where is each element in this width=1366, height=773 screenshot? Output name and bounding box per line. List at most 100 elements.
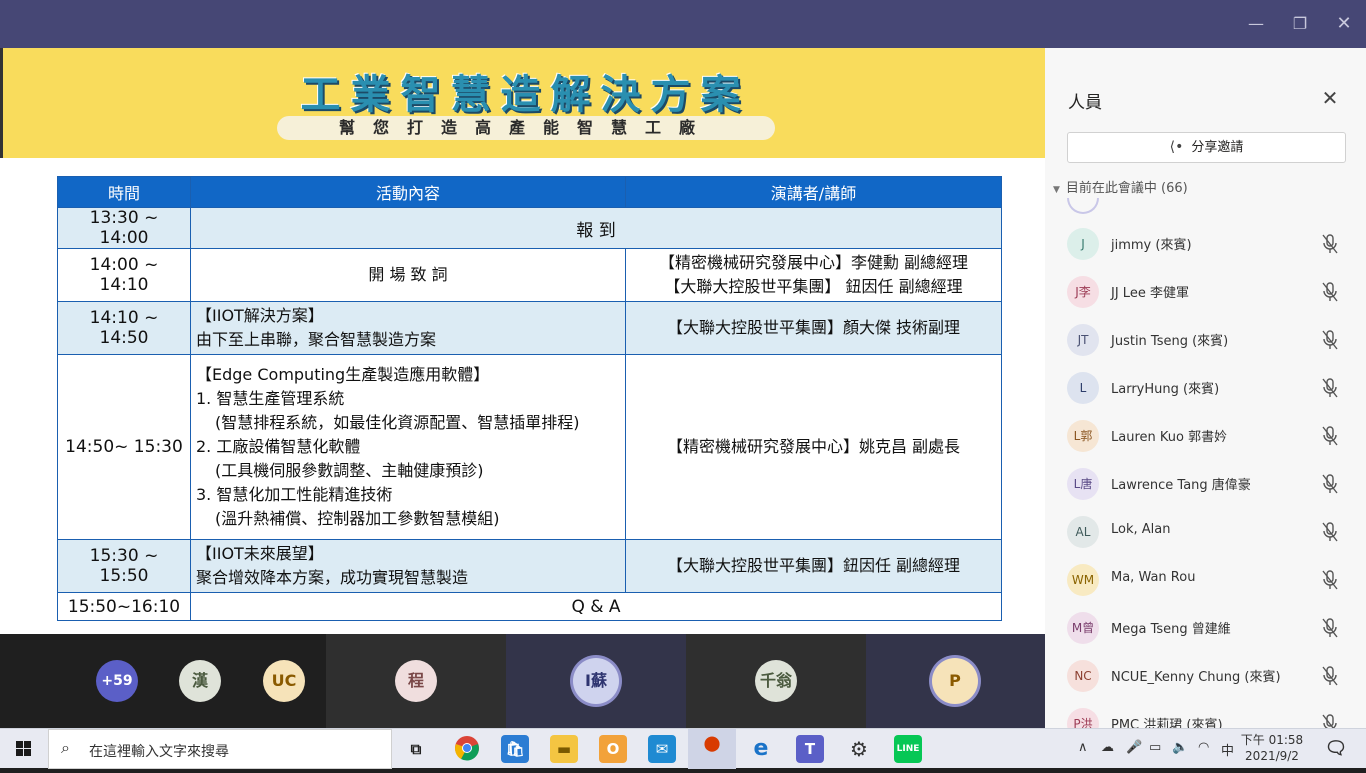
activity-line: 開 場 致 詞 xyxy=(368,265,448,284)
mic-muted-icon xyxy=(1322,522,1338,542)
participant-row[interactable]: L唐 Lawrence Tang 唐偉豪 xyxy=(1045,460,1366,508)
close-icon[interactable]: ✕ xyxy=(1330,10,1358,38)
maximize-icon[interactable]: ❐ xyxy=(1286,10,1314,38)
avatar: NC xyxy=(1067,660,1099,692)
avatar[interactable]: 漢 xyxy=(179,660,221,702)
time-cell: 15:30 ~ 15:50 xyxy=(57,539,191,593)
slide-subtitle: 幫您打造高產能智慧工廠 xyxy=(277,116,775,140)
mic-muted-icon xyxy=(1322,570,1338,590)
ime-indicator[interactable]: 中 xyxy=(1221,740,1234,759)
overflow-count-badge[interactable]: +59 xyxy=(96,660,138,702)
participant-row[interactable]: JT Justin Tseng (來賓) xyxy=(1045,316,1366,364)
clock-date: 2021/9/2 xyxy=(1245,749,1299,763)
table-row: 14:10 ~ 14:50 【IIOT解決方案】 由下至上串聯，聚合智慧製造方案 【大… xyxy=(57,301,1002,355)
header-speaker: 演講者/講師 xyxy=(625,176,1002,208)
avatar: J李 xyxy=(1067,276,1099,308)
activity-line: 【IIOT未來展望】 xyxy=(196,544,324,563)
share-invite-button[interactable]: ⟨• 分享邀請 xyxy=(1067,132,1346,163)
taskbar-search-box[interactable]: ⌕ 在這裡輸入文字來搜尋 xyxy=(48,729,392,769)
agenda-table: 時間 活動內容 演講者/講師 13:30 ~ 14:00 報 到 14:00 ~ 1… xyxy=(57,176,1002,621)
participant-row[interactable]: L LarryHung (來賓) xyxy=(1045,364,1366,412)
gallery-tile[interactable]: 程 xyxy=(326,634,506,728)
teams-icon[interactable]: T xyxy=(796,735,824,763)
store-icon[interactable]: 🛍 xyxy=(501,735,529,763)
in-meeting-section-toggle[interactable]: ▼ 目前在此會議中 (66) xyxy=(1053,177,1188,196)
notifications-icon[interactable]: 🗨 xyxy=(1322,735,1350,763)
gallery-tile[interactable]: 千翁 xyxy=(686,634,866,728)
table-row: 15:50~16:10 Q & A xyxy=(57,592,1002,621)
line-app-icon[interactable]: LINE xyxy=(894,735,922,763)
volume-icon[interactable]: 🔈 xyxy=(1172,740,1188,755)
activity-line: (溫升熱補償、控制器加工參數智慧模組) xyxy=(215,509,500,528)
recording-app-icon[interactable]: ⬤ xyxy=(688,729,736,769)
taskbar-clock[interactable]: 下午 01:58 2021/9/2 xyxy=(1236,732,1308,764)
participant-row[interactable]: L郭 Lauren Kuo 郭書妗 xyxy=(1045,412,1366,460)
speaker-cell: 【大聯大控股世平集團】鈕因任 副總經理 xyxy=(625,539,1002,593)
onedrive-cloud-icon[interactable]: ☁ xyxy=(1101,740,1114,755)
task-view-icon[interactable]: ⧉ xyxy=(402,735,430,763)
mic-muted-icon xyxy=(1322,426,1338,446)
merged-cell: Q & A xyxy=(190,592,1002,621)
participant-name: PMC 洪莉珺 (來賓) xyxy=(1111,718,1223,728)
avatar: L郭 xyxy=(1067,420,1099,452)
edge-icon[interactable]: e xyxy=(747,735,775,763)
avatar[interactable]: UC xyxy=(263,660,305,702)
avatar: P xyxy=(932,658,978,704)
avatar: JT xyxy=(1067,324,1099,356)
gallery-tile-speaking[interactable]: I蘇 xyxy=(506,634,686,728)
participant-row[interactable]: J李 JJ Lee 李健軍 xyxy=(1045,268,1366,316)
gallery-tile: +59 漢 UC xyxy=(0,634,326,728)
microphone-icon[interactable]: 🎤 xyxy=(1126,740,1142,755)
participant-name: Lauren Kuo 郭書妗 xyxy=(1111,430,1228,445)
activity-cell: 【IIOT未來展望】聚合增效降本方案，成功實現智慧製造 xyxy=(190,539,626,593)
battery-icon[interactable]: ▭ xyxy=(1149,740,1161,755)
avatar: M曾 xyxy=(1067,612,1099,644)
activity-line: 1. 智慧生產管理系統 xyxy=(196,389,345,408)
start-button[interactable] xyxy=(0,729,48,769)
merged-cell: 報 到 xyxy=(190,207,1002,249)
participant-row[interactable]: WM Ma, Wan Rou xyxy=(1045,556,1366,604)
participant-name: Lawrence Tang 唐偉豪 xyxy=(1111,478,1251,493)
chrome-icon[interactable] xyxy=(453,735,481,763)
mic-muted-icon xyxy=(1322,378,1338,398)
avatar: 千翁 xyxy=(755,660,797,702)
activity-cell: 開 場 致 詞 xyxy=(190,248,626,302)
participant-row[interactable]: AL Lok, Alan xyxy=(1045,508,1366,556)
speaker-cell: 【大聯大控股世平集團】顏大傑 技術副理 xyxy=(625,301,1002,355)
search-icon: ⌕ xyxy=(61,738,70,757)
show-hidden-icons-chevron-icon[interactable]: ∧ xyxy=(1078,740,1088,755)
participant-name: Mega Tseng 曾建維 xyxy=(1111,622,1231,637)
speaker-line: 【大聯大控股世平集團】鈕因任 副總經理 xyxy=(666,556,961,575)
clock-time: 下午 01:58 xyxy=(1240,733,1304,747)
header-activity: 活動內容 xyxy=(190,176,626,208)
in-meeting-section-label: 目前在此會議中 (66) xyxy=(1065,181,1188,196)
participant-row[interactable]: NC NCUE_Kenny Chung (來賓) xyxy=(1045,652,1366,700)
activity-line: 聚合增效降本方案，成功實現智慧製造 xyxy=(196,568,469,587)
participant-gallery: +59 漢 UC 程 I蘇 千翁 P xyxy=(0,634,1045,728)
close-icon[interactable]: ✕ xyxy=(1318,86,1342,110)
activity-cell: 【IIOT解決方案】 由下至上串聯，聚合智慧製造方案 xyxy=(190,301,626,355)
gallery-tile-speaking[interactable]: P xyxy=(866,634,1045,728)
avatar: AL xyxy=(1067,516,1099,548)
wifi-icon[interactable]: ◠ xyxy=(1198,740,1209,755)
participant-row[interactable]: Jjimmy (來賓) xyxy=(1045,220,1366,268)
time-cell: 14:50~ 15:30 xyxy=(57,354,191,540)
speaker-cell: 【精密機械研究發展中心】李健勳 副總經理 【大聯大控股世平集團】 鈕因任 副總經理 xyxy=(625,248,1002,302)
speaker-cell: 【精密機械研究發展中心】姚克昌 副處長 xyxy=(625,354,1002,540)
outlook-icon[interactable]: O xyxy=(599,735,627,763)
activity-line: 2. 工廠設備智慧化軟體 xyxy=(196,437,361,456)
mail-icon[interactable]: ✉ xyxy=(648,735,676,763)
shared-slide: 工業智慧造解決方案 幫您打造高產能智慧工廠 時間 活動內容 演講者/講師 13:… xyxy=(0,48,1045,634)
participant-row[interactable]: P洪 PMC 洪莉珺 (來賓) xyxy=(1045,700,1366,728)
speaker-line: 【精密機械研究發展中心】李健勳 副總經理 xyxy=(658,253,969,272)
activity-line: 【IIOT解決方案】 xyxy=(196,306,324,325)
avatar: L xyxy=(1067,372,1099,404)
mic-muted-icon xyxy=(1322,618,1338,638)
teams-title-bar: — ❐ ✕ xyxy=(0,0,1366,48)
header-time: 時間 xyxy=(57,176,191,208)
minimize-icon[interactable]: — xyxy=(1242,10,1270,38)
participant-row[interactable]: M曾 Mega Tseng 曾建維 xyxy=(1045,604,1366,652)
avatar: L唐 xyxy=(1067,468,1099,500)
settings-gear-icon[interactable]: ⚙ xyxy=(845,735,873,763)
file-explorer-icon[interactable]: ▬ xyxy=(550,735,578,763)
